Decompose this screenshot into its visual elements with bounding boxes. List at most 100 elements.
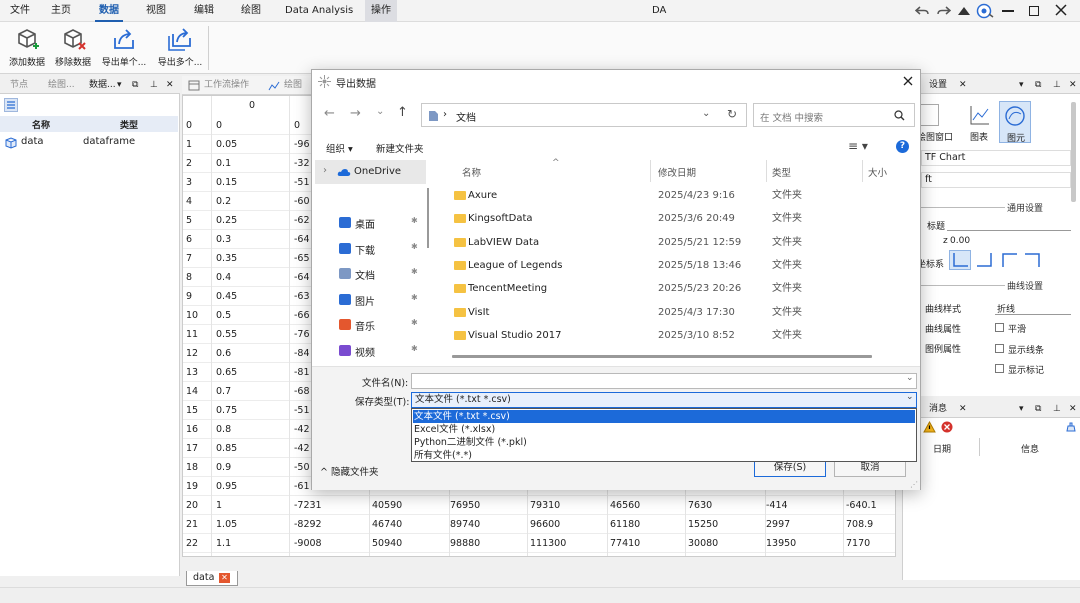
table-cell[interactable]: -42 <box>294 439 310 458</box>
axes-style-4[interactable] <box>1023 251 1043 269</box>
address-bar[interactable]: › 文档 ⌄ ↻ <box>421 103 747 127</box>
close-messages-icon[interactable]: ✕ <box>959 400 967 418</box>
table-cell[interactable]: 111300 <box>530 534 566 553</box>
table-cell[interactable]: 89740 <box>450 515 480 534</box>
file-row[interactable]: Axure 2025/4/23 9:16 文件夹 <box>452 184 906 207</box>
new-folder-button[interactable]: 新建文件夹 <box>376 141 424 155</box>
pin-icon[interactable]: ✱ <box>411 318 418 327</box>
file-row[interactable]: TencentMeeting 2025/5/23 20:26 文件夹 <box>452 277 906 300</box>
table-cell[interactable]: 0.8 <box>216 420 231 439</box>
table-cell[interactable]: -414 <box>766 496 788 515</box>
close-icon[interactable] <box>1055 4 1067 16</box>
error-icon[interactable] <box>941 421 953 433</box>
table-cell[interactable]: 79310 <box>530 496 560 515</box>
minimize-icon[interactable] <box>1002 10 1014 12</box>
hide-folders-toggle[interactable]: ^ 隐藏文件夹 <box>320 464 379 478</box>
table-cell[interactable]: 40590 <box>372 496 402 515</box>
settings-menu-icon[interactable]: ▾ <box>1019 76 1024 94</box>
table-cell[interactable]: 7630 <box>688 496 712 515</box>
breadcrumb-documents[interactable]: 文档 <box>456 109 476 124</box>
table-cell[interactable]: -64 <box>294 230 310 249</box>
table-cell[interactable]: 13950 <box>766 534 796 553</box>
col-name[interactable]: 名称 <box>462 165 481 179</box>
settings-float-icon[interactable]: ⧉ <box>1035 76 1041 94</box>
table-cell[interactable]: 0.55 <box>216 325 237 344</box>
settings-pin-icon[interactable]: ⊥ <box>1053 76 1061 94</box>
table-cell[interactable]: 0.25 <box>216 211 237 230</box>
menu-edit[interactable]: 编辑 <box>194 0 214 22</box>
table-cell[interactable]: -66 <box>294 306 310 325</box>
file-row[interactable]: LabVIEW Data 2025/5/21 12:59 文件夹 <box>452 231 906 254</box>
search-box[interactable]: 在 文档 中搜索 <box>753 103 915 127</box>
table-cell[interactable]: -60 <box>294 192 310 211</box>
resize-grip-icon[interactable]: ⋰ <box>910 480 918 489</box>
table-cell[interactable]: -84 <box>294 344 310 363</box>
address-dropdown-icon[interactable]: ⌄ <box>702 108 710 119</box>
float-icon[interactable]: ⧉ <box>132 76 138 94</box>
table-cell[interactable]: -65 <box>294 249 310 268</box>
table-cell[interactable]: 98880 <box>450 534 480 553</box>
table-cell[interactable]: -7231 <box>294 496 322 515</box>
view-options-icon[interactable]: ≡ ▾ <box>848 139 868 153</box>
remove-data-button[interactable]: 移除数据 <box>52 26 94 72</box>
table-cell[interactable]: 1 <box>216 496 222 515</box>
refresh-icon[interactable]: ↻ <box>727 107 737 121</box>
pin-icon[interactable]: ✱ <box>411 267 418 276</box>
table-cell[interactable]: 0.85 <box>216 439 237 458</box>
file-row[interactable]: Visual Studio 2017 2025/3/10 8:52 文件夹 <box>452 324 906 347</box>
table-cell[interactable]: -81 <box>294 363 310 382</box>
table-cell[interactable]: 30080 <box>688 534 718 553</box>
show-marker-checkbox[interactable] <box>995 364 1004 373</box>
messages-menu-icon[interactable]: ▾ <box>1019 400 1024 418</box>
menu-view[interactable]: 视图 <box>146 0 166 22</box>
tab-plot[interactable]: 绘图 <box>284 76 302 94</box>
nav-item[interactable]: 音乐 ✱ <box>315 314 425 336</box>
table-cell[interactable]: 0.95 <box>216 477 237 496</box>
table-cell[interactable]: -32 <box>294 154 310 173</box>
table-cell[interactable]: 46740 <box>372 515 402 534</box>
table-cell[interactable]: 1.1 <box>216 534 231 553</box>
table-cell[interactable]: 0.1 <box>216 154 231 173</box>
table-cell[interactable]: -50 <box>294 458 310 477</box>
axes-style-2[interactable] <box>975 251 995 269</box>
up-icon[interactable]: ↑ <box>397 105 408 120</box>
show-line-checkbox[interactable] <box>995 344 1004 353</box>
table-cell[interactable]: -61 <box>294 477 310 496</box>
table-cell[interactable]: 0.5 <box>216 306 231 325</box>
pin-icon[interactable]: ✱ <box>411 242 418 251</box>
filetype-dropdown-icon[interactable]: ⌄ <box>906 392 914 402</box>
tab-nodes[interactable]: 节点 <box>10 76 28 94</box>
messages-float-icon[interactable]: ⧉ <box>1035 400 1041 418</box>
nav-item[interactable]: 视频 ✱ <box>315 340 425 362</box>
plot-window-label[interactable]: 绘图窗口 <box>917 130 953 143</box>
table-cell[interactable]: 0.7 <box>216 382 231 401</box>
table-cell[interactable]: -51 <box>294 173 310 192</box>
undo-icon[interactable] <box>915 4 929 17</box>
filename-input[interactable] <box>411 373 917 389</box>
table-cell[interactable]: 0.35 <box>216 249 237 268</box>
table-cell[interactable]: 50940 <box>372 534 402 553</box>
pin-icon[interactable]: ✱ <box>411 293 418 302</box>
filetype-select[interactable]: 文本文件 (*.txt *.csv) <box>411 392 917 408</box>
filetype-option[interactable]: Python二进制文件 (*.pkl) <box>413 436 915 449</box>
pin-icon[interactable]: ⊥ <box>150 76 158 94</box>
pin-icon[interactable]: ✱ <box>411 344 418 353</box>
table-cell[interactable]: 0.2 <box>216 192 231 211</box>
tab-menu-icon[interactable]: ▾ <box>117 76 122 94</box>
menu-operation[interactable]: 操作 <box>365 0 397 22</box>
add-data-button[interactable]: 添加数据 <box>6 26 48 72</box>
pin-icon[interactable]: ✱ <box>411 216 418 225</box>
tab-plots[interactable]: 绘图... <box>48 76 75 94</box>
table-cell[interactable]: -64 <box>294 268 310 287</box>
redo-icon[interactable] <box>937 4 951 17</box>
export-multiple-button[interactable]: 导出多个... <box>154 26 206 72</box>
list-view-icon[interactable] <box>4 98 18 112</box>
dialog-close-icon[interactable] <box>903 76 913 86</box>
maximize-icon[interactable] <box>1029 6 1039 16</box>
export-single-button[interactable]: 导出单个... <box>98 26 150 72</box>
file-row[interactable]: League of Legends 2025/5/18 13:46 文件夹 <box>452 254 906 277</box>
filetype-option[interactable]: 文本文件 (*.txt *.csv) <box>413 410 915 423</box>
theme-icon[interactable] <box>976 3 994 19</box>
axes-style-3[interactable] <box>999 251 1019 269</box>
table-cell[interactable]: 1.05 <box>216 515 237 534</box>
